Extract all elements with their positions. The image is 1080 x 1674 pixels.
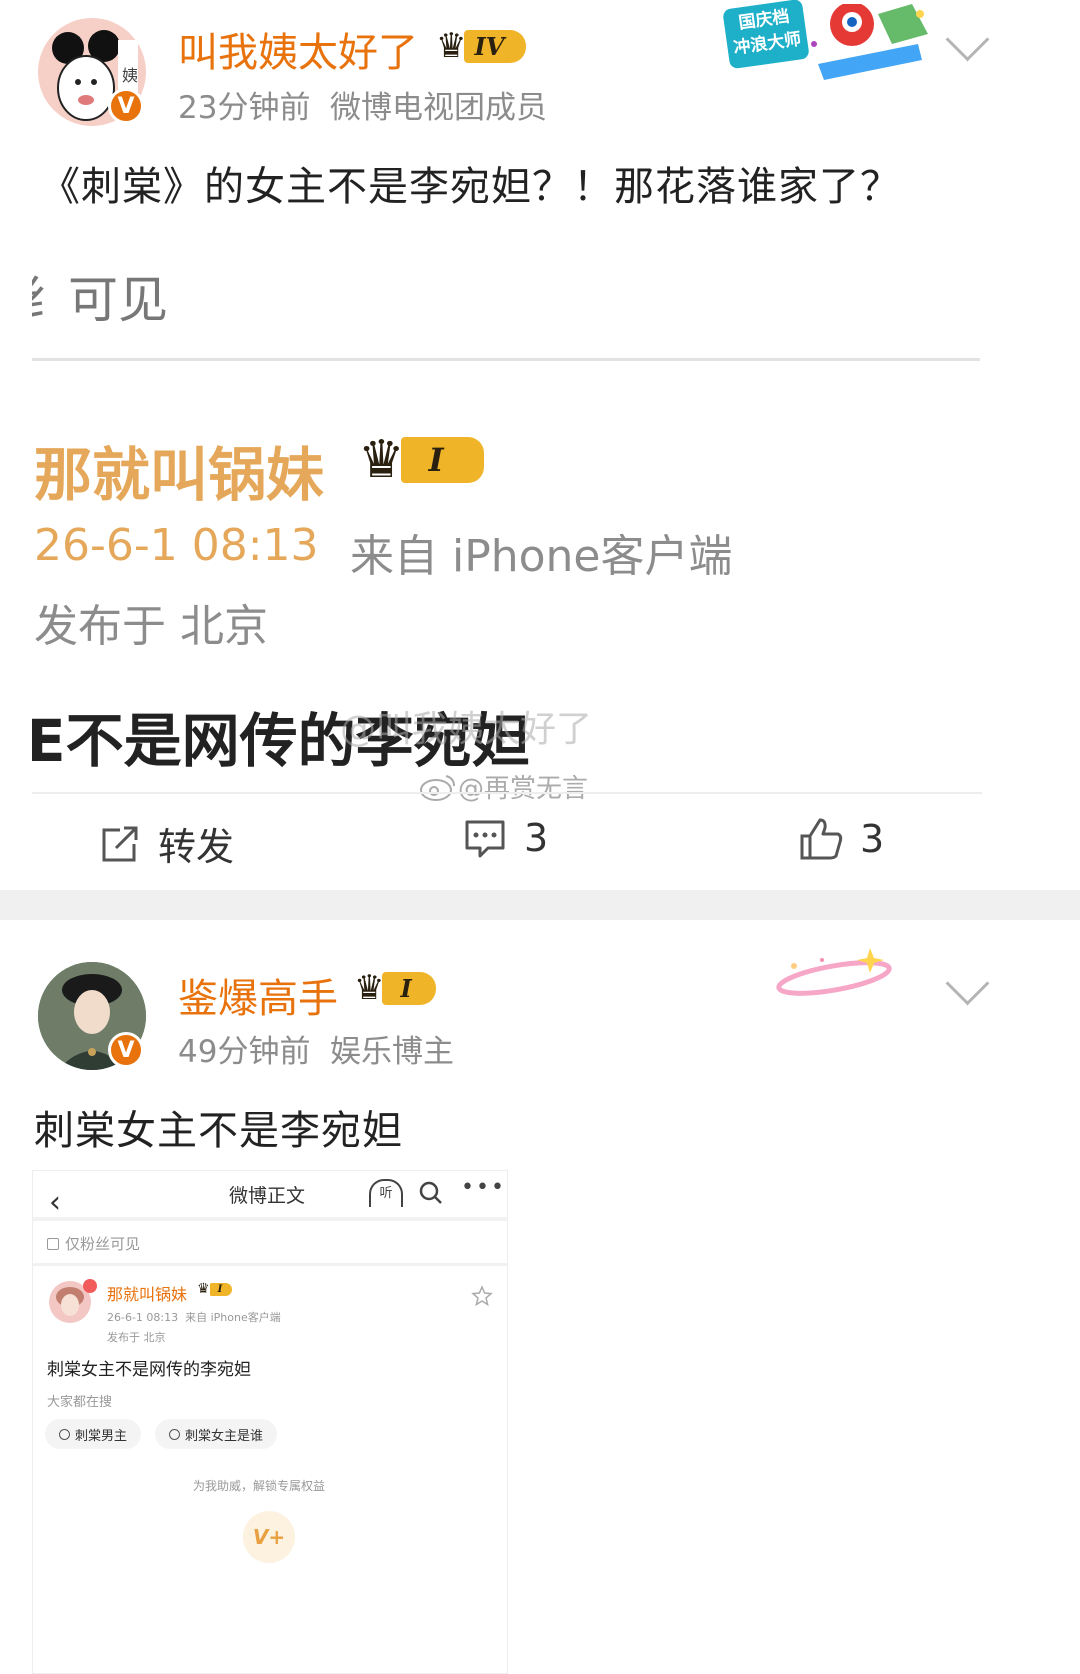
username[interactable]: 鉴爆高手: [178, 966, 338, 1024]
star-icon[interactable]: [471, 1285, 493, 1307]
embedded-level-label: I: [209, 1282, 233, 1296]
search-icon: [59, 1428, 70, 1440]
support-text: 为我助威，解锁专属权益: [193, 1479, 326, 1493]
visibility-row: 仅粉丝可见: [47, 1233, 140, 1254]
verified-badge: V: [108, 1032, 144, 1068]
crown-icon: ♛: [358, 430, 405, 490]
crown-icon: ♛: [197, 1281, 210, 1297]
visibility-separator: [33, 1263, 507, 1266]
quoted-datetime: 26-6-1 08:13: [34, 520, 319, 571]
post-time: 23分钟前: [178, 90, 311, 126]
crown-icon: ♛: [354, 968, 385, 1008]
visibility-fragment: 纟可见: [32, 271, 168, 329]
embedded-username: 那就叫锅妹: [107, 1285, 188, 1304]
verified-badge: V: [108, 88, 144, 124]
repost-icon: [102, 826, 138, 861]
embedded-level-badge: ♛ I: [197, 1281, 233, 1297]
watermark-weibo: @再赏无言: [418, 768, 588, 805]
repost-label: 转发: [158, 825, 235, 869]
like-count: 3: [860, 817, 885, 861]
sparkle-decoration-icon[interactable]: [774, 942, 898, 1002]
embedded-location: 发布于 北京: [107, 1331, 166, 1344]
post-text: 刺棠女主不是李宛妲: [34, 1108, 403, 1154]
username[interactable]: 叫我姨太好了: [178, 20, 418, 78]
comment-icon: [465, 820, 505, 858]
like-button[interactable]: 3: [798, 816, 884, 862]
level-label: IV: [464, 29, 527, 63]
embedded-meta: 26-6-1 08:13 来自 iPhone客户端: [107, 1311, 281, 1324]
separator-line: [32, 358, 980, 361]
level-badge: ♛ I: [354, 968, 436, 1008]
support-icon: V+: [252, 1525, 286, 1549]
level-badge: ♛ IV: [436, 26, 527, 66]
lock-icon: [47, 1237, 59, 1250]
more-icon[interactable]: •••: [461, 1175, 506, 1200]
comment-count: 3: [524, 816, 549, 860]
nav-title: 微博正文: [229, 1185, 306, 1207]
weibo-logo-icon: [420, 774, 455, 801]
mascot-icon: [811, 4, 928, 80]
promo-label: 国庆档 冲浪大师: [722, 0, 810, 70]
quoted-screenshot[interactable]: 纟可见 那就叫锅妹 ♛ I 26-6-1 08:13 来自 iPhone客户端 …: [32, 248, 982, 792]
search-heading: 大家都在搜: [47, 1395, 113, 1410]
quoted-location: 发布于 北京: [34, 601, 268, 652]
back-arrow-icon[interactable]: ‹: [49, 1185, 61, 1220]
user-role: 娱乐博主: [330, 1034, 454, 1070]
search-icon: [169, 1428, 180, 1440]
chevron-down-icon[interactable]: [945, 961, 990, 1006]
embedded-text: 刺棠女主不是网传的李宛妲: [47, 1360, 251, 1380]
level-label: I: [382, 971, 436, 1005]
search-chip-2[interactable]: 刺棠女主是谁: [155, 1419, 278, 1449]
quoted-level-label: I: [400, 437, 484, 483]
quoted-level-badge: ♛ I: [358, 430, 484, 490]
chevron-down-icon[interactable]: [945, 17, 990, 62]
user-role: 微博电视团成员: [330, 90, 547, 126]
nav-separator: [33, 1217, 507, 1221]
quoted-source: 来自 iPhone客户端: [350, 531, 733, 582]
watermark: @叫我姨太好了: [340, 709, 593, 750]
comment-button[interactable]: 3: [462, 816, 548, 860]
post-text: 《刺棠》的女主不是李宛妲？！那花落谁家了？: [40, 164, 901, 210]
promo-banner[interactable]: 国庆档 冲浪大师: [722, 0, 932, 88]
post-divider: [0, 890, 1080, 920]
repost-button[interactable]: 转发: [98, 816, 234, 871]
embedded-screenshot[interactable]: ‹ 微博正文 听 ••• 仅粉丝可见 那就叫锅妹 ♛ I 26-6-1 08:1…: [32, 1170, 508, 1674]
support-button[interactable]: V+: [243, 1511, 295, 1563]
search-chip-1[interactable]: 刺棠男主: [45, 1419, 142, 1449]
actions-divider: [32, 792, 982, 794]
avatar-signature: 姨: [122, 66, 139, 85]
quoted-username: 那就叫锅妹: [34, 441, 325, 509]
notification-dot: [83, 1279, 97, 1293]
post-time: 49分钟前: [178, 1034, 311, 1070]
thumbs-up-icon: [800, 818, 843, 860]
search-refresh-icon[interactable]: [417, 1179, 445, 1207]
crown-icon: ♛: [436, 26, 467, 66]
listen-icon[interactable]: 听: [369, 1179, 403, 1207]
